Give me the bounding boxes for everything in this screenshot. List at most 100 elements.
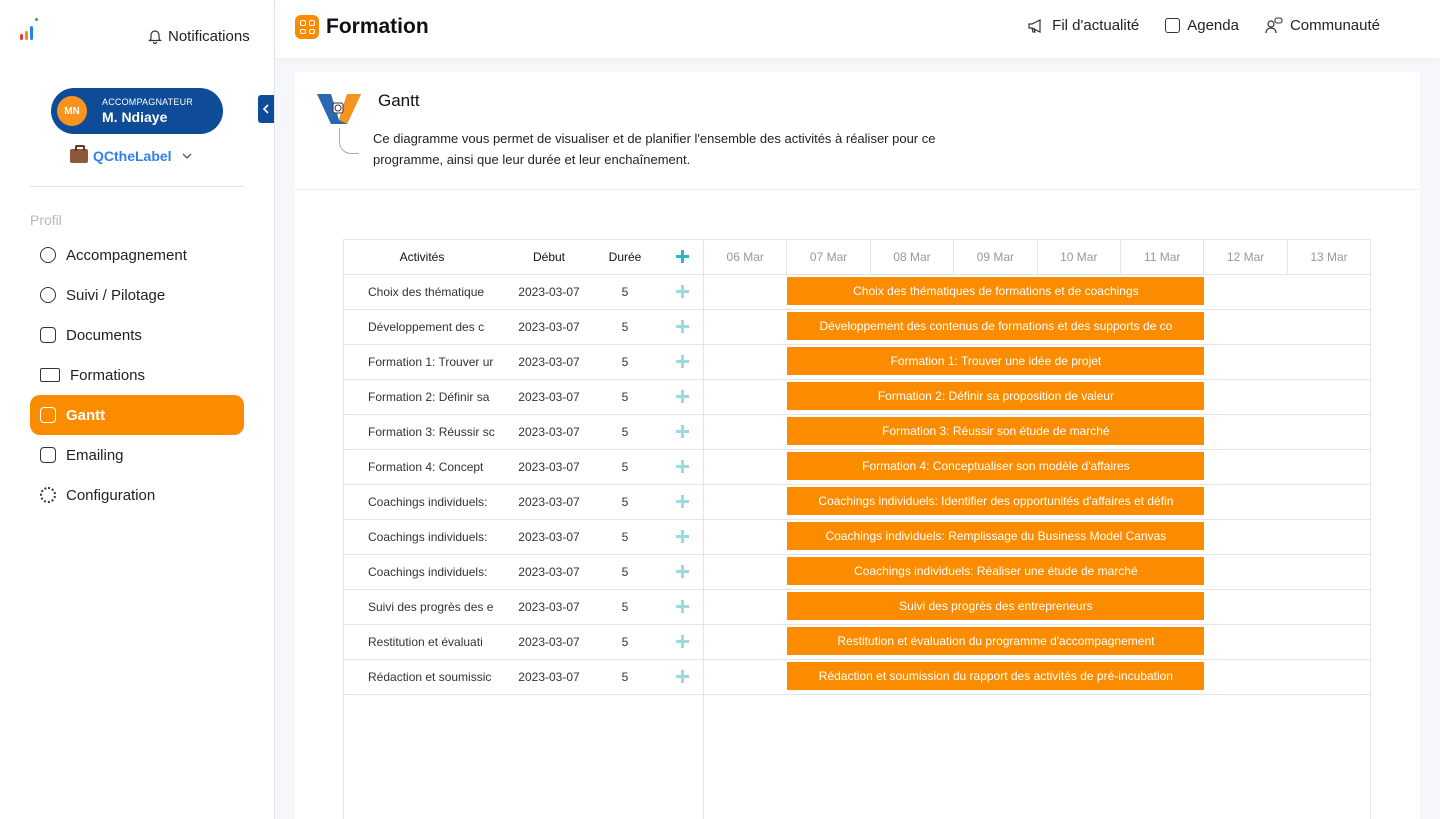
plus-icon: [675, 460, 689, 473]
task-duration: 5: [621, 565, 629, 579]
timeline-row-line: [704, 414, 1371, 415]
add-subtask-button[interactable]: [670, 380, 694, 414]
users-icon: [40, 247, 56, 263]
column-header-start[interactable]: Début: [504, 240, 594, 274]
task-start: 2023-03-07: [518, 355, 580, 369]
nav-label: Fil d'actualité: [1052, 17, 1140, 34]
timeline-day-header: 10 Mar: [1037, 240, 1121, 275]
nav-agenda[interactable]: Agenda: [1165, 17, 1239, 34]
task-start: 2023-03-07: [518, 320, 580, 334]
task-bar[interactable]: Coachings individuels: Remplissage du Bu…: [787, 522, 1205, 550]
sidebar-item-suivi-pilotage[interactable]: Suivi / Pilotage: [30, 275, 244, 315]
sidebar-menu: Accompagnement Suivi / Pilotage Document…: [30, 235, 244, 515]
pie-chart-icon: [40, 287, 56, 303]
nav-fil-actualite[interactable]: Fil d'actualité: [1027, 17, 1139, 34]
sidebar-divider: [30, 186, 244, 187]
header-separator: [295, 189, 1420, 190]
task-row[interactable]: Formation 3: Réussir sc 2023-03-07 5: [344, 415, 703, 450]
id-card-icon: [40, 368, 60, 382]
column-header-duration[interactable]: Durée: [590, 240, 660, 274]
add-subtask-button[interactable]: [670, 520, 694, 554]
add-subtask-button[interactable]: [670, 555, 694, 589]
add-subtask-button[interactable]: [670, 275, 694, 309]
add-subtask-button[interactable]: [670, 450, 694, 484]
task-row[interactable]: Coachings individuels: 2023-03-07 5: [344, 555, 703, 590]
task-name: Formation 4: Concept: [368, 460, 484, 474]
timeline-day-header: 07 Mar: [787, 240, 871, 275]
task-bar[interactable]: Choix des thématiques de formations et d…: [787, 277, 1205, 305]
plus-icon: [675, 635, 689, 648]
add-subtask-button[interactable]: [670, 625, 694, 659]
task-bar[interactable]: Développement des contenus de formations…: [787, 312, 1205, 340]
sidebar-item-documents[interactable]: Documents: [30, 315, 244, 355]
task-name: Formation 2: Définir sa: [368, 390, 490, 404]
task-row[interactable]: Développement des c 2023-03-07 5: [344, 310, 703, 345]
task-start: 2023-03-07: [518, 495, 580, 509]
task-row[interactable]: Formation 1: Trouver ur 2023-03-07 5: [344, 345, 703, 380]
sidebar: Notifications MN ACCOMPAGNATEUR M. Ndiay…: [0, 0, 275, 819]
app-logo-icon[interactable]: [20, 18, 46, 40]
task-row[interactable]: Coachings individuels: 2023-03-07 5: [344, 485, 703, 520]
task-bar[interactable]: Restitution et évaluation du programme d…: [787, 627, 1205, 655]
task-grid-header: Activités Début Durée: [344, 240, 703, 275]
add-subtask-button[interactable]: [670, 415, 694, 449]
task-start: 2023-03-07: [518, 530, 580, 544]
add-subtask-button[interactable]: [670, 660, 694, 694]
sidebar-item-formations[interactable]: Formations: [30, 355, 244, 395]
sidebar-item-gantt[interactable]: Gantt: [30, 395, 244, 435]
task-row[interactable]: Suivi des progrès des e 2023-03-07 5: [344, 590, 703, 625]
timeline-day-header: 08 Mar: [870, 240, 955, 275]
add-subtask-button[interactable]: [670, 310, 694, 344]
task-duration: 5: [621, 600, 629, 614]
task-bar[interactable]: Formation 1: Trouver une idée de projet: [787, 347, 1205, 375]
task-bar[interactable]: Coachings individuels: Identifier des op…: [787, 487, 1205, 515]
timeline-day-header: 12 Mar: [1204, 240, 1288, 275]
task-duration: 5: [621, 320, 629, 334]
task-duration: 5: [621, 460, 629, 474]
task-bar[interactable]: Suivi des progrès des entrepreneurs: [787, 592, 1205, 620]
task-bar[interactable]: Formation 4: Conceptualiser son modèle d…: [787, 452, 1205, 480]
timeline-day-header: 11 Mar: [1121, 240, 1205, 275]
add-subtask-button[interactable]: [670, 345, 694, 379]
task-duration: 5: [621, 425, 629, 439]
add-task-button[interactable]: [670, 240, 694, 274]
timeline-row-line: [704, 659, 1371, 660]
timeline-day-header: 09 Mar: [954, 240, 1038, 275]
task-row[interactable]: Formation 4: Concept 2023-03-07 5: [344, 450, 703, 485]
task-bar[interactable]: Rédaction et soumission du rapport des a…: [787, 662, 1205, 690]
sidebar-item-configuration[interactable]: Configuration: [30, 475, 244, 515]
nav-communaute[interactable]: Communauté: [1265, 17, 1380, 34]
task-bar[interactable]: Formation 3: Réussir son étude de marché: [787, 417, 1205, 445]
timeline-row-line: [704, 589, 1371, 590]
user-profile-pill[interactable]: MN ACCOMPAGNATEUR M. Ndiaye: [51, 88, 223, 134]
task-bar[interactable]: Formation 2: Définir sa proposition de v…: [787, 382, 1205, 410]
organization-selector[interactable]: QCtheLabel: [70, 145, 193, 164]
task-duration: 5: [621, 355, 629, 369]
gear-icon: [40, 487, 56, 503]
column-header-activities[interactable]: Activités: [344, 240, 500, 274]
plus-icon: [675, 355, 689, 368]
task-row[interactable]: Formation 2: Définir sa 2023-03-07 5: [344, 380, 703, 415]
task-bar[interactable]: Coachings individuels: Réaliser une étud…: [787, 557, 1205, 585]
notifications-button[interactable]: Notifications: [148, 28, 250, 45]
task-row[interactable]: Coachings individuels: 2023-03-07 5: [344, 520, 703, 555]
sidebar-item-label: Emailing: [66, 446, 124, 464]
add-subtask-button[interactable]: [670, 485, 694, 519]
plus-icon: [675, 390, 689, 403]
avatar: MN: [57, 96, 87, 126]
apps-grid-icon: [295, 15, 319, 39]
task-row[interactable]: Restitution et évaluati 2023-03-07 5: [344, 625, 703, 660]
timeline-day-header: 13 Mar: [1287, 240, 1372, 275]
task-name: Coachings individuels:: [368, 565, 488, 579]
sidebar-item-emailing[interactable]: Emailing: [30, 435, 244, 475]
task-start: 2023-03-07: [518, 670, 580, 684]
sidebar-item-accompagnement[interactable]: Accompagnement: [30, 235, 244, 275]
task-start: 2023-03-07: [518, 425, 580, 439]
add-subtask-button[interactable]: [670, 590, 694, 624]
task-row[interactable]: Choix des thématique 2023-03-07 5: [344, 275, 703, 310]
collapse-sidebar-button[interactable]: [258, 95, 274, 123]
task-row[interactable]: Rédaction et soumissic 2023-03-07 5: [344, 660, 703, 695]
task-name: Suivi des progrès des e: [368, 600, 494, 614]
gantt-card: Gantt Ce diagramme vous permet de visual…: [295, 72, 1420, 819]
task-duration: 5: [621, 530, 629, 544]
